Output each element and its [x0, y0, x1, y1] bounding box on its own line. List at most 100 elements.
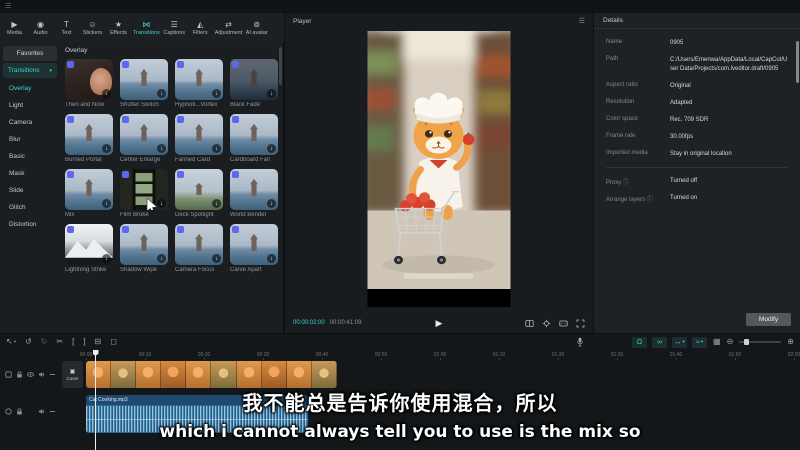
- download-icon: ↓: [212, 199, 221, 208]
- mouse-cursor: [146, 198, 158, 210]
- transition-item: ↓Carve Apart: [230, 224, 278, 273]
- timeline-zoom-slider[interactable]: [739, 341, 781, 343]
- zoom-in-icon[interactable]: ⊕: [787, 338, 794, 346]
- zoom-out-icon[interactable]: ⊖: [727, 338, 734, 346]
- slider-thumb[interactable]: [744, 339, 749, 345]
- magnet-icon[interactable]: Ω: [632, 337, 647, 348]
- record-voiceover-icon[interactable]: [576, 337, 584, 347]
- auto-ripple-icon[interactable]: ≈▾: [692, 337, 707, 348]
- audio-icon: ◉: [37, 20, 44, 29]
- sidebar-item-slide[interactable]: Slide: [0, 182, 60, 199]
- play-button[interactable]: ▶: [436, 319, 443, 328]
- mirror-icon[interactable]: ◻: [110, 338, 117, 346]
- transition-thumb-film-broke[interactable]: ↓: [120, 169, 168, 210]
- transition-thumb-hypnoti-vortex[interactable]: ↓: [175, 59, 223, 100]
- track-height-icon[interactable]: [49, 371, 56, 378]
- tab-effects[interactable]: ★Effects: [106, 20, 131, 36]
- transition-name: Lightning Strike: [65, 267, 113, 273]
- transition-thumb-deck-spotlight[interactable]: ↓: [175, 169, 223, 210]
- transition-thumb-mix[interactable]: ↓: [65, 169, 113, 210]
- transition-thumb-lightning-strike[interactable]: ↓: [65, 224, 113, 265]
- vip-badge: [122, 116, 129, 123]
- tab-label: Transitions: [133, 30, 160, 36]
- tab-filters[interactable]: ◭Filters: [188, 20, 213, 36]
- detail-row-resolution: ResolutionAdapted: [606, 99, 788, 108]
- redo-icon[interactable]: ↻: [41, 338, 48, 346]
- trim-right-icon[interactable]: ]: [83, 338, 85, 346]
- sidebar-item-blur[interactable]: Blur: [0, 131, 60, 148]
- tab-ai-avatar[interactable]: ⊚AI avatar: [244, 20, 269, 36]
- details-scrollbar[interactable]: [796, 41, 799, 83]
- tab-captions[interactable]: ☰Captions: [162, 20, 187, 36]
- sidebar-item-glitch[interactable]: Glitch: [0, 199, 60, 216]
- transition-thumb-shadow-wipe[interactable]: ↓: [120, 224, 168, 265]
- video-preview[interactable]: [368, 31, 511, 307]
- transition-thumb-cardboard-fan[interactable]: ↓: [230, 114, 278, 155]
- divider: [606, 167, 788, 168]
- track-size-icon[interactable]: [5, 371, 12, 378]
- transition-thumb-camera-focus[interactable]: ↓: [175, 224, 223, 265]
- transition-thumb-world-bender[interactable]: ↓: [230, 169, 278, 210]
- transition-thumb-fanned-card[interactable]: ↓: [175, 114, 223, 155]
- select-tool-icon[interactable]: ↖▾: [6, 338, 16, 346]
- vip-badge: [122, 61, 129, 68]
- tab-transitions[interactable]: ⋈Transitions: [132, 20, 161, 36]
- cover-button[interactable]: ▣ Cover: [62, 361, 83, 388]
- link-icon[interactable]: ∞: [652, 337, 667, 348]
- transition-thumb-black-fade[interactable]: ↓: [230, 59, 278, 100]
- tab-text[interactable]: TText: [54, 20, 79, 36]
- transition-thumb-carve-apart[interactable]: ↓: [230, 224, 278, 265]
- tab-media[interactable]: ▶Media: [2, 20, 27, 36]
- split-icon[interactable]: ✂: [56, 338, 63, 346]
- modify-button[interactable]: Modify: [746, 313, 791, 326]
- timeline-ruler[interactable]: 00:0000:1000:2000:3000:4000:5001:0001:10…: [0, 350, 800, 361]
- detail-row-proxy: Proxy ⓘTurned off: [606, 177, 788, 186]
- sidebar-item-mask[interactable]: Mask: [0, 165, 60, 182]
- shortcut-keyboard-icon[interactable]: ▦: [713, 338, 721, 346]
- video-clip[interactable]: [86, 361, 337, 388]
- fullscreen-icon[interactable]: [576, 319, 585, 328]
- lock-icon[interactable]: [16, 371, 23, 378]
- transition-name: Cardboard Fan: [230, 157, 278, 163]
- sidebar-item-distortion[interactable]: Distortion: [0, 216, 60, 233]
- transition-name: Center Enlarge: [120, 157, 168, 163]
- transition-thumb-burned-portal[interactable]: ↓: [65, 114, 113, 155]
- transition-thumb-shutter-switch[interactable]: ↓: [120, 59, 168, 100]
- detail-row-aspect-ratio: Aspect ratioOriginal: [606, 82, 788, 91]
- detail-value: 30.00fps: [670, 133, 788, 142]
- quality-icon[interactable]: [559, 319, 568, 328]
- tab-audio[interactable]: ◉Audio: [28, 20, 53, 36]
- sidebar-item-basic[interactable]: Basic: [0, 148, 60, 165]
- sidebar-item-light[interactable]: Light: [0, 97, 60, 114]
- preview-axis-icon[interactable]: ↔▾: [672, 337, 687, 348]
- transitions-group-button[interactable]: Transitions ▾: [3, 63, 57, 78]
- player-menu-icon[interactable]: ☰: [579, 17, 585, 25]
- transition-item: ↓Mix: [65, 169, 113, 218]
- favorites-button[interactable]: Favorites: [3, 46, 57, 61]
- trim-left-icon[interactable]: [: [72, 338, 74, 346]
- tab-label: Text: [61, 30, 71, 36]
- ruler-label: 01:10: [493, 352, 506, 358]
- video-frame-thumb: [237, 361, 262, 388]
- mute-track-icon[interactable]: [38, 371, 45, 378]
- ruler-label: 00:30: [257, 352, 270, 358]
- transition-thumb-center-enlarge[interactable]: ↓: [120, 114, 168, 155]
- focus-icon[interactable]: [542, 319, 551, 328]
- transition-thumb-then-and-now[interactable]: ↓: [65, 59, 113, 100]
- ruler-label: 01:00: [434, 352, 447, 358]
- tab-adjustment[interactable]: ⇄Adjustment: [214, 20, 244, 36]
- ruler-label: 01:50: [729, 352, 742, 358]
- menu-icon[interactable]: ☰: [5, 3, 11, 10]
- tab-stickers[interactable]: ☺Stickers: [80, 20, 105, 36]
- delete-icon[interactable]: ⊟: [95, 338, 102, 346]
- sidebar-item-camera[interactable]: Camera: [0, 114, 60, 131]
- sidebar-item-overlay[interactable]: Overlay: [0, 80, 60, 97]
- detail-label: Aspect ratio: [606, 82, 670, 91]
- cover-label: Cover: [66, 376, 78, 381]
- transition-name: Shutter Switch: [120, 102, 168, 108]
- hide-track-icon[interactable]: [27, 371, 34, 378]
- split-screen-icon[interactable]: [525, 319, 534, 328]
- ruler-label: 01:40: [670, 352, 683, 358]
- undo-icon[interactable]: ↺: [25, 338, 32, 346]
- grid-scrollbar[interactable]: [279, 47, 282, 85]
